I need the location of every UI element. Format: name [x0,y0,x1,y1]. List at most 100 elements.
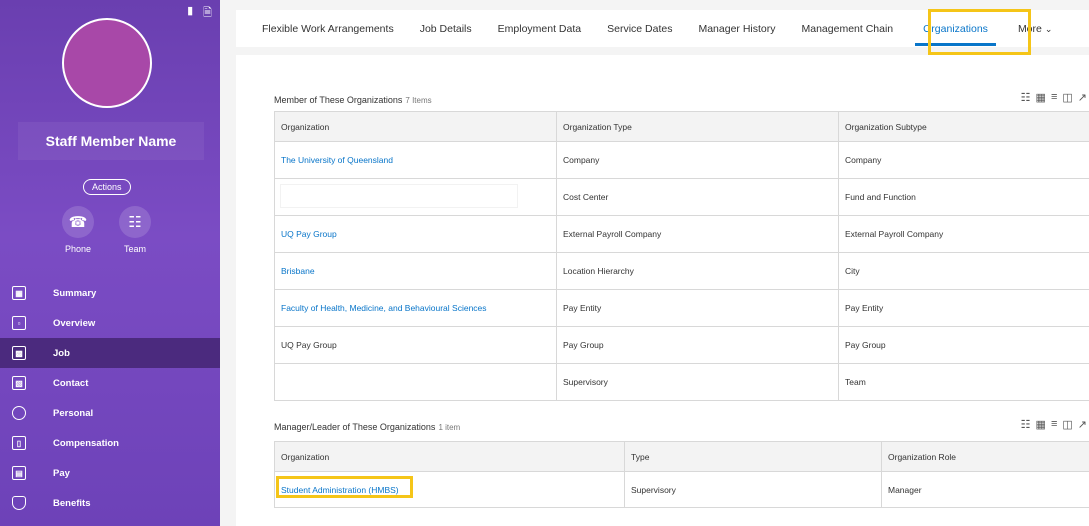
org-subtype: Pay Group [838,326,1089,364]
sidebar-item-pay[interactable]: ▤ Pay [0,458,220,488]
sidebar-item-contact[interactable]: ▧ Contact [0,368,220,398]
member-table: Organization Organization Type Organizat… [274,111,1089,401]
org-name: UQ Pay Group [274,326,557,364]
org-link[interactable]: Brisbane [274,252,557,290]
export-pdf-icon[interactable]: ▦ [1036,418,1046,431]
org-type: External Payroll Company [556,215,839,253]
org-subtype: External Payroll Company [838,215,1089,253]
table-row: The University of Queensland Company Com… [274,141,1089,179]
phone-action[interactable]: ☎ Phone [60,206,96,254]
columns-icon[interactable]: ◫ [1062,418,1072,431]
chart-icon: ▯ [12,436,26,450]
col-organization-subtype[interactable]: Organization Subtype [838,111,1089,142]
table-row: Faculty of Health, Medicine, and Behavio… [274,289,1089,327]
redacted-block [281,185,517,207]
member-table-toolbar: ☷ ▦ ≡ ◫ ↗ [1021,91,1087,104]
phone-icon: ☎ [62,206,94,238]
grid-icon: ▦ [12,286,26,300]
wallet-icon: ▤ [12,466,26,480]
org-name [274,363,557,401]
avatar [62,18,152,108]
table-header: Organization Organization Type Organizat… [274,111,1089,142]
briefcase-icon: ▩ [12,346,26,360]
org-type: Supervisory [556,363,839,401]
col-type[interactable]: Type [624,441,882,472]
export-pdf-icon[interactable]: ▦ [1036,91,1046,104]
sidebar-nav: ▦ Summary ▫ Overview ▩ Job ▧ Contact Per… [0,278,220,518]
sidebar-item-label: Personal [53,407,94,419]
tab-service-dates[interactable]: Service Dates [594,23,685,35]
table-row: UQ Pay Group Pay Group Pay Group [274,326,1089,364]
chevron-down-icon: ⌄ [1044,23,1053,34]
col-organization-role[interactable]: Organization Role [881,441,1089,472]
phone-label: Phone [64,244,92,254]
team-icon: ☷ [119,206,151,238]
org-link[interactable]: UQ Pay Group [274,215,557,253]
org-subtype: City [838,252,1089,290]
col-organization-type[interactable]: Organization Type [556,111,839,142]
org-type: Company [556,141,839,179]
manager-title-text: Manager/Leader of These Organizations [274,422,436,432]
org-type: Location Hierarchy [556,252,839,290]
organizations-panel: Member of These Organizations 7 Items ☷ ▦… [236,55,1089,526]
org-role: Manager [881,471,1089,508]
contact-icon: ▧ [12,376,26,390]
sidebar-item-label: Pay [53,467,70,479]
sidebar-item-label: Summary [53,287,97,299]
expand-icon[interactable]: ↗ [1078,91,1087,104]
sidebar-item-label: Contact [53,377,89,389]
team-action[interactable]: ☷ Team [117,206,153,254]
sidebar-item-personal[interactable]: Personal [0,398,220,428]
table-row: Cost Center Fund and Function [274,178,1089,216]
col-organization[interactable]: Organization [274,111,557,142]
sidebar-item-label: Job [53,347,70,359]
tab-employment-data[interactable]: Employment Data [485,23,594,35]
team-label: Team [123,244,146,254]
sidebar-item-job[interactable]: ▩ Job [0,338,220,368]
tab-highlight-box [928,9,1031,55]
org-type: Cost Center [556,178,839,216]
sidebar-item-benefits[interactable]: Benefits [0,488,220,518]
tab-manager-history[interactable]: Manager History [685,23,788,35]
columns-icon[interactable]: ◫ [1062,91,1072,104]
filter-icon[interactable]: ≡ [1051,418,1057,431]
org-subtype: Fund and Function [838,178,1089,216]
org-redacted [274,178,557,216]
row-highlight-box [276,476,413,498]
sidebar-item-summary[interactable]: ▦ Summary [0,278,220,308]
person-icon [12,406,26,420]
table-header: Organization Type Organization Role [274,441,1089,472]
org-subtype: Team [838,363,1089,401]
table-row: Supervisory Team [274,363,1089,401]
manager-section-title: Manager/Leader of These Organizations 1 i… [274,422,460,432]
table-row: Brisbane Location Hierarchy City [274,252,1089,290]
profile-sidebar: ▮ 🗎 Staff Member Name Actions ☎ Phone ☷ … [0,0,220,526]
member-title-text: Member of These Organizations [274,95,403,105]
org-link[interactable]: Faculty of Health, Medicine, and Behavio… [274,289,557,327]
pdf-icon[interactable]: 🗎 [203,4,212,23]
overview-icon: ▫ [12,316,26,330]
expand-icon[interactable]: ↗ [1078,418,1087,431]
shield-icon [12,496,26,510]
tag-icon[interactable]: ▮ [187,4,193,23]
tab-management-chain[interactable]: Management Chain [789,23,907,35]
tab-job-details[interactable]: Job Details [407,23,485,35]
export-excel-icon[interactable]: ☷ [1021,418,1031,431]
col-organization[interactable]: Organization [274,441,625,472]
org-type: Supervisory [624,471,882,508]
sidebar-item-overview[interactable]: ▫ Overview [0,308,220,338]
sidebar-item-compensation[interactable]: ▯ Compensation [0,428,220,458]
sidebar-item-label: Overview [53,317,96,329]
org-link[interactable]: The University of Queensland [274,141,557,179]
org-subtype: Company [838,141,1089,179]
org-type: Pay Group [556,326,839,364]
filter-icon[interactable]: ≡ [1051,91,1057,104]
table-row: UQ Pay Group External Payroll Company Ex… [274,215,1089,253]
manager-table-toolbar: ☷ ▦ ≡ ◫ ↗ [1021,418,1087,431]
actions-button[interactable]: Actions [83,179,131,195]
staff-name: Staff Member Name [18,122,204,160]
org-type: Pay Entity [556,289,839,327]
tab-flexible-work[interactable]: Flexible Work Arrangements [236,23,407,35]
sidebar-item-label: Benefits [53,497,91,509]
export-excel-icon[interactable]: ☷ [1021,91,1031,104]
